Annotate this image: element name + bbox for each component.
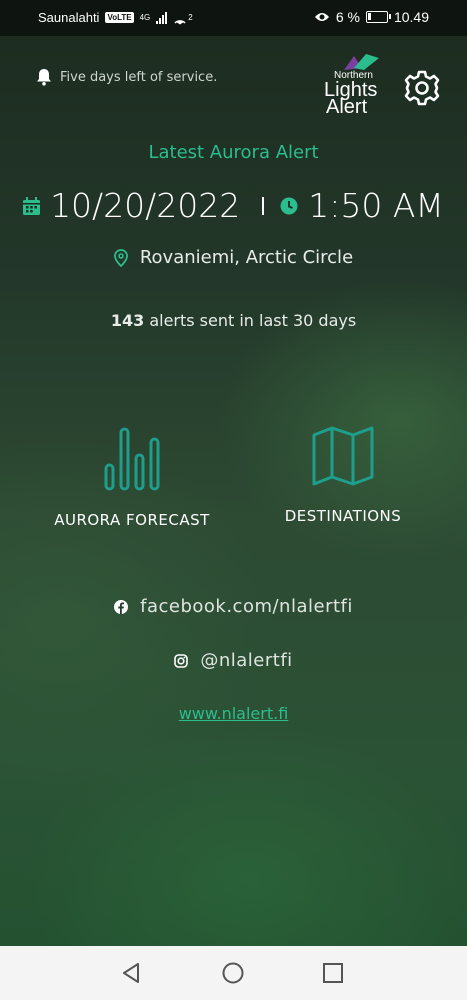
status-right: 6 % 10.49	[314, 9, 429, 25]
instagram-icon	[174, 653, 189, 668]
home-icon[interactable]	[222, 962, 244, 984]
service-notice-text: Five days left of service.	[60, 69, 218, 85]
datetime-separator	[262, 196, 265, 215]
facebook-text: facebook.com/nlalertfi	[140, 596, 353, 617]
settings-gear-icon[interactable]	[404, 70, 440, 106]
network-type: 4G	[139, 13, 151, 22]
calendar-icon	[23, 196, 41, 215]
battery-percent: 6 %	[335, 9, 360, 25]
map-icon	[312, 426, 374, 486]
signal-icon	[156, 11, 168, 24]
website-link[interactable]: www.nlalert.fi	[0, 704, 467, 723]
hotspot-icon	[174, 19, 186, 24]
bar-chart-icon	[104, 427, 160, 491]
logo-line-3: Alert	[326, 96, 368, 114]
clock-time: 10.49	[393, 9, 429, 25]
destinations-label: DESTINATIONS	[284, 507, 402, 525]
alerts-count-line: 143 alerts sent in last 30 days	[0, 311, 467, 330]
alert-location: Rovaniemi, Arctic Circle	[0, 247, 467, 268]
northern-lights-alert-logo: Northern Lights Alert	[324, 54, 379, 114]
instagram-text: @nlalertfi	[200, 650, 293, 671]
recent-apps-icon[interactable]	[322, 962, 344, 984]
latest-alert-heading: Latest Aurora Alert	[148, 142, 319, 163]
hotspot-count: 2	[188, 13, 193, 22]
back-icon[interactable]	[120, 962, 142, 984]
status-bar: Saunalahti VoLTE 4G 2 6 % 10.49	[0, 0, 467, 36]
service-notice: Five days left of service.	[36, 68, 217, 86]
system-navigation-bar	[0, 946, 467, 1000]
instagram-link[interactable]: @nlalertfi	[0, 650, 467, 671]
aurora-forecast-label: AURORA FORECAST	[54, 511, 210, 529]
location-text: Rovaniemi, Arctic Circle	[139, 247, 354, 268]
alert-time: 1:50 AM	[308, 186, 444, 225]
location-pin-icon	[113, 248, 128, 267]
volte-badge: VoLTE	[105, 12, 134, 23]
alerts-count-suffix: alerts sent in last 30 days	[149, 311, 357, 330]
aurora-forecast-button[interactable]: AURORA FORECAST	[32, 425, 232, 529]
destinations-button[interactable]: DESTINATIONS	[243, 425, 443, 525]
facebook-icon	[114, 599, 129, 614]
carrier-name: Saunalahti	[38, 10, 100, 25]
alert-date: 10/20/2022	[50, 186, 241, 225]
battery-icon	[365, 11, 391, 23]
alerts-count: 143	[110, 311, 145, 330]
alert-datetime: 10/20/2022 1:50 AM	[0, 186, 467, 225]
bell-icon	[37, 69, 51, 86]
facebook-link[interactable]: facebook.com/nlalertfi	[0, 596, 467, 617]
status-left: Saunalahti VoLTE 4G 2	[38, 10, 193, 25]
eye-icon	[314, 13, 329, 21]
clock-icon	[280, 197, 298, 215]
